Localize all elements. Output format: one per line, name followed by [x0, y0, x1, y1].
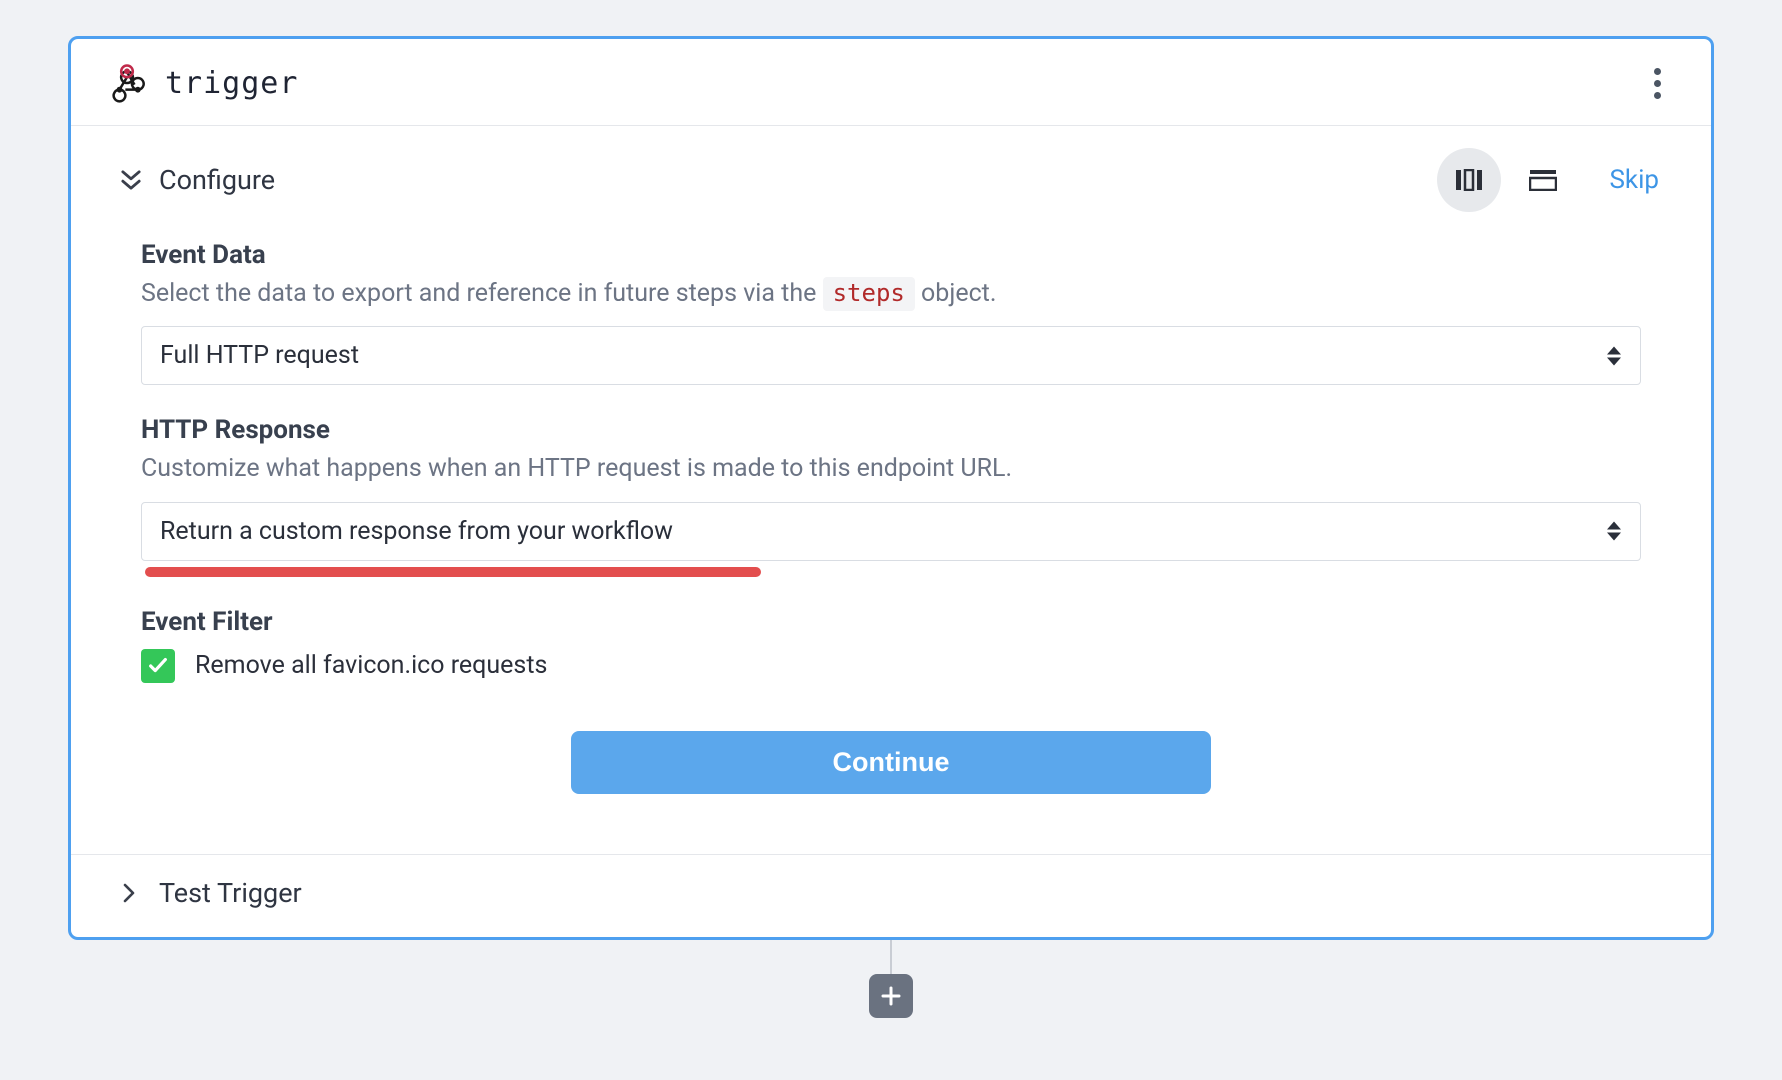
event-data-desc-post: object.: [915, 279, 997, 308]
step-title: trigger: [165, 66, 298, 101]
event-data-field: Event Data Select the data to export and…: [141, 240, 1641, 385]
check-icon: [147, 655, 169, 677]
test-trigger-header[interactable]: Test Trigger: [71, 854, 1711, 937]
add-step-button[interactable]: [869, 974, 913, 1018]
workflow-connector: [68, 940, 1714, 1018]
configure-form: Event Data Select the data to export and…: [71, 234, 1711, 854]
event-data-label: Event Data: [141, 240, 1641, 270]
event-data-desc-pre: Select the data to export and reference …: [141, 279, 823, 308]
configure-title: Configure: [159, 164, 275, 196]
http-response-field: HTTP Response Customize what happens whe…: [141, 415, 1641, 576]
plus-icon: [879, 984, 903, 1008]
favicon-filter-label: Remove all favicon.ico requests: [195, 651, 547, 680]
http-response-value: Return a custom response from your workf…: [160, 517, 673, 546]
configure-header[interactable]: Configure Skip: [71, 126, 1711, 234]
event-data-description: Select the data to export and reference …: [141, 276, 1641, 312]
continue-wrap: Continue: [141, 713, 1641, 824]
skip-link[interactable]: Skip: [1609, 165, 1659, 195]
continue-button[interactable]: Continue: [571, 731, 1211, 794]
event-data-value: Full HTTP request: [160, 341, 359, 370]
http-response-select[interactable]: Return a custom response from your workf…: [141, 502, 1641, 561]
select-arrows-icon: [1606, 345, 1622, 366]
list-view-button[interactable]: [1511, 148, 1575, 212]
form-view-button[interactable]: [1437, 148, 1501, 212]
favicon-filter-row: Remove all favicon.ico requests: [141, 649, 1641, 683]
webhook-icon: [107, 63, 147, 103]
event-filter-field: Event Filter Remove all favicon.ico requ…: [141, 607, 1641, 683]
connector-line: [890, 940, 892, 974]
more-menu-button[interactable]: [1639, 65, 1675, 101]
steps-code-chip: steps: [823, 277, 915, 311]
event-filter-label: Event Filter: [141, 607, 1641, 637]
test-trigger-title: Test Trigger: [159, 877, 302, 909]
chevron-double-down-icon: [117, 166, 145, 194]
select-arrows-icon: [1606, 521, 1622, 542]
card-header: trigger: [71, 39, 1711, 126]
chevron-right-icon: [117, 881, 141, 905]
http-response-description: Customize what happens when an HTTP requ…: [141, 451, 1641, 487]
event-data-select[interactable]: Full HTTP request: [141, 326, 1641, 385]
highlight-underline: [145, 567, 761, 577]
trigger-card: trigger Configure: [68, 36, 1714, 940]
view-toggle-group: [1437, 148, 1575, 212]
favicon-filter-checkbox[interactable]: [141, 649, 175, 683]
http-response-label: HTTP Response: [141, 415, 1641, 445]
